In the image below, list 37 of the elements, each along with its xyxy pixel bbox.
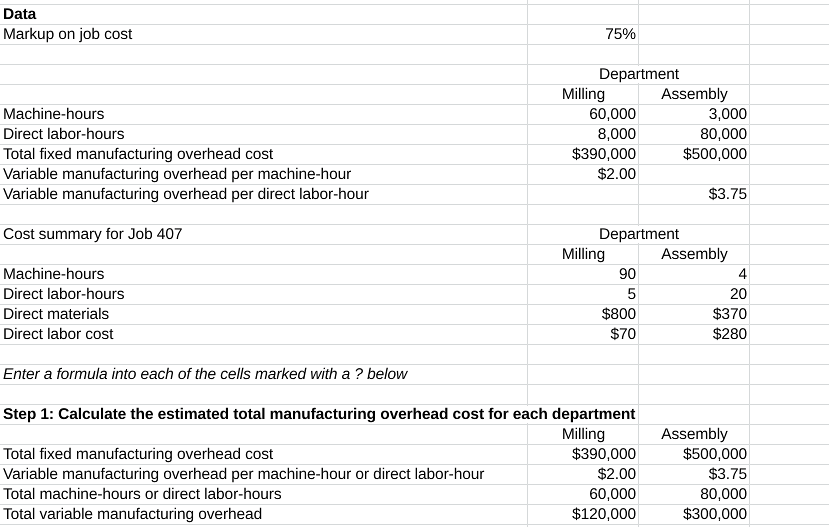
table-cell: 80,000 <box>700 486 747 503</box>
row-label: Total variable manufacturing overhead <box>3 506 262 523</box>
table-cell: $390,000 <box>572 446 636 463</box>
table-cell: $500,000 <box>683 146 747 163</box>
section-title: Step 1: Calculate the estimated total manufacturing overhead cost for each department <box>3 406 636 423</box>
table-cell: $300,000 <box>683 506 747 523</box>
column-header: Milling <box>562 426 606 443</box>
table-cell: $3.75 <box>708 466 747 483</box>
column-header: Assembly <box>661 426 728 443</box>
section-label: Cost summary for Job 407 <box>3 226 182 243</box>
table-cell: $280 <box>712 326 747 343</box>
row-label: Variable manufacturing overhead per direct labor-hour <box>3 186 369 203</box>
table-cell: $500,000 <box>683 446 747 463</box>
row-label: Markup on job cost <box>3 26 132 43</box>
column-header: Assembly <box>661 246 728 263</box>
table-cell: 8,000 <box>598 126 636 143</box>
table-cell: $2.00 <box>598 466 636 483</box>
column-group-header: Department <box>599 226 679 243</box>
table-cell: $2.00 <box>598 166 636 183</box>
row-label: Total fixed manufacturing overhead cost <box>3 146 274 163</box>
table-cell: $120,000 <box>572 506 636 523</box>
table-cell: 60,000 <box>589 106 636 123</box>
table-cell: $3.75 <box>708 186 747 203</box>
table-cell: $390,000 <box>572 146 636 163</box>
column-header: Milling <box>562 246 606 263</box>
table-cell: 60,000 <box>589 486 636 503</box>
table-cell: $800 <box>602 306 636 323</box>
table-cell: 3,000 <box>708 106 747 123</box>
table-cell: $70 <box>610 326 636 343</box>
column-header: Milling <box>562 86 606 103</box>
column-group-header: Department <box>599 66 679 83</box>
column-header: Assembly <box>661 86 728 103</box>
row-label: Variable manufacturing overhead per machine-hour or direct labor-hour <box>3 466 484 483</box>
table-cell: $370 <box>712 306 747 323</box>
row-label: Total fixed manufacturing overhead cost <box>3 446 274 463</box>
row-label: Variable manufacturing overhead per machine-hour <box>3 166 352 183</box>
table-cell: 80,000 <box>700 126 747 143</box>
